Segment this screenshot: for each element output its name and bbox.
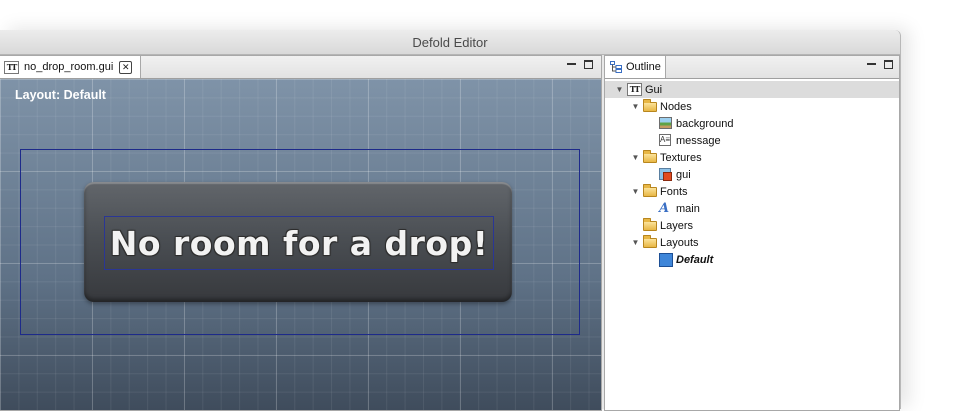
scene-canvas[interactable]: Layout: Default No room for a drop! <box>0 79 601 410</box>
expand-arrow-icon[interactable]: ▼ <box>631 187 640 196</box>
tree-label: message <box>676 134 721 147</box>
tree-label: Default <box>676 253 714 266</box>
gui-file-icon: TT <box>627 83 642 96</box>
layout-label: Layout: Default <box>15 88 106 102</box>
outline-tab-label: Outline <box>626 61 661 73</box>
tree-item-layouts[interactable]: ▼ Layouts <box>605 234 899 251</box>
layout-icon <box>659 253 673 267</box>
maximize-icon[interactable] <box>584 60 593 69</box>
tree-label: Layers <box>660 219 694 232</box>
editor-tabbar: TT no_drop_room.gui ✕ <box>0 56 601 79</box>
tree-label: Gui <box>645 83 663 96</box>
minimize-icon[interactable] <box>567 60 576 69</box>
tree-item-default-layout[interactable]: Default <box>605 251 899 268</box>
outline-pane-controls <box>867 60 893 69</box>
editor-window: Defold Editor TT no_drop_room.gui ✕ Layo… <box>0 30 901 411</box>
folder-icon <box>643 235 657 249</box>
tree-label: Textures <box>660 151 702 164</box>
expand-arrow-icon[interactable]: ▼ <box>631 153 640 162</box>
tree-label: background <box>676 117 734 130</box>
tab-no-drop-room-gui[interactable]: TT no_drop_room.gui ✕ <box>0 56 141 78</box>
font-icon: A <box>659 201 670 216</box>
close-tab-icon[interactable]: ✕ <box>119 60 133 74</box>
editor-pane-controls <box>567 60 593 69</box>
tab-outline[interactable]: Outline <box>605 56 666 78</box>
window-title: Defold Editor <box>0 30 900 55</box>
outline-tree: ▼ TT Gui ▼ Nodes background A≡ message ▼ <box>605 81 899 268</box>
message-node[interactable]: No room for a drop! <box>104 216 494 270</box>
tree-item-gui-texture[interactable]: gui <box>605 166 899 183</box>
tree-item-gui[interactable]: ▼ TT Gui <box>605 81 899 98</box>
tree-label: Nodes <box>660 100 692 113</box>
outline-pane: Outline ▼ TT Gui ▼ Nodes background A≡ m… <box>604 55 900 411</box>
folder-icon <box>643 150 657 164</box>
texture-icon <box>659 168 673 181</box>
tree-item-textures[interactable]: ▼ Textures <box>605 149 899 166</box>
tree-item-nodes[interactable]: ▼ Nodes <box>605 98 899 115</box>
message-text: No room for a drop! <box>109 223 489 263</box>
tab-label: no_drop_room.gui <box>24 61 114 73</box>
tree-item-background[interactable]: background <box>605 115 899 132</box>
maximize-icon[interactable] <box>884 60 893 69</box>
outline-icon <box>610 61 622 73</box>
editor-pane: TT no_drop_room.gui ✕ Layout: Default No… <box>0 55 602 411</box>
tree-item-layers[interactable]: Layers <box>605 217 899 234</box>
tree-label: gui <box>676 168 691 181</box>
outline-tabbar: Outline <box>605 56 899 79</box>
tree-label: Layouts <box>660 236 699 249</box>
tree-item-message[interactable]: A≡ message <box>605 132 899 149</box>
expand-arrow-icon[interactable]: ▼ <box>631 238 640 247</box>
folder-icon <box>643 184 657 198</box>
text-node-icon: A≡ <box>659 134 671 146</box>
gui-file-icon: TT <box>4 60 19 74</box>
tree-item-fonts[interactable]: ▼ Fonts <box>605 183 899 200</box>
folder-icon <box>643 99 657 113</box>
tree-label: Fonts <box>660 185 688 198</box>
tree-item-main-font[interactable]: A main <box>605 200 899 217</box>
expand-arrow-icon[interactable]: ▼ <box>631 102 640 111</box>
minimize-icon[interactable] <box>867 60 876 69</box>
tree-label: main <box>676 202 700 215</box>
expand-arrow-icon[interactable]: ▼ <box>615 85 624 94</box>
folder-icon <box>643 218 657 232</box>
image-node-icon <box>659 117 673 130</box>
